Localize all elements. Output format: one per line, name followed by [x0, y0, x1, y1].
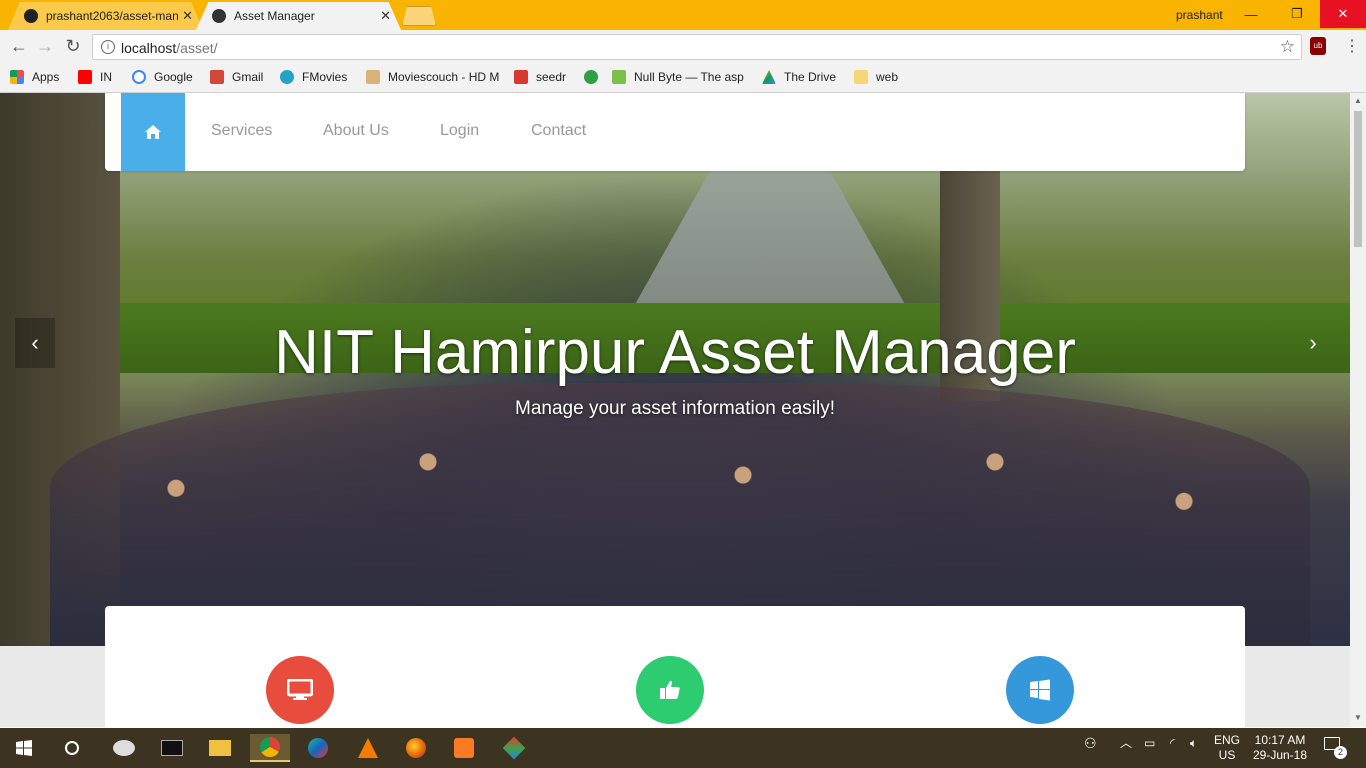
bookmark-moviescouch[interactable]: Moviescouch - HD M — [366, 70, 502, 84]
new-tab-button[interactable] — [402, 6, 436, 26]
seedr-icon — [514, 70, 528, 84]
bookmark-google[interactable]: Google — [132, 70, 193, 84]
features-panel — [105, 606, 1245, 727]
xampp-icon[interactable] — [448, 734, 480, 762]
feature-desktop — [266, 656, 334, 724]
bookmarks-bar: Apps IN Google Gmail FMovies Moviescouch… — [0, 64, 1366, 93]
forward-icon[interactable]: → — [34, 36, 56, 57]
carousel-prev-button[interactable]: ‹ — [15, 318, 55, 368]
hero-title: NIT Hamirpur Asset Manager — [274, 318, 1076, 387]
info-icon[interactable]: i — [101, 40, 115, 54]
hero-carousel: NIT Hamirpur Asset Manager Manage your a… — [0, 93, 1350, 646]
windows-taskbar: ⚇ ︿ ▭ ◜ 🔈︎ ENG US 10:17 AM 29-Jun-18 2 — [0, 728, 1366, 768]
site-navbar: Services About Us Login Contact — [105, 93, 1245, 171]
bookmark-seedr[interactable]: seedr — [514, 70, 566, 84]
fmovies-icon — [280, 70, 294, 84]
vlc-icon[interactable] — [352, 734, 384, 762]
firefox-icon[interactable] — [400, 734, 432, 762]
badge-icon — [584, 70, 598, 84]
page-viewport: NIT Hamirpur Asset Manager Manage your a… — [0, 93, 1350, 727]
null-byte-icon — [612, 70, 626, 84]
github-icon — [24, 9, 38, 23]
carousel-next-button[interactable]: › — [1293, 318, 1333, 368]
feature-thumbs-up — [636, 656, 704, 724]
close-tab-icon[interactable]: ✕ — [380, 8, 391, 24]
browser-titlebar: prashant2063/asset-man ✕ Asset Manager ✕… — [0, 0, 1366, 30]
tab-title: prashant2063/asset-man — [46, 9, 179, 23]
windows-start-icon[interactable] — [8, 734, 40, 762]
bookmark-the-drive[interactable]: The Drive — [762, 70, 836, 84]
youtube-icon — [78, 70, 92, 84]
feature-windows — [1006, 656, 1074, 724]
address-bar[interactable]: i localhost/asset/ ☆ — [92, 34, 1302, 60]
git-icon[interactable] — [498, 734, 530, 762]
drive-icon — [762, 70, 776, 84]
language-indicator[interactable]: ENG US — [1214, 733, 1240, 763]
nav-login[interactable]: Login — [440, 122, 479, 140]
paint-icon[interactable] — [108, 734, 140, 762]
restore-button[interactable]: ❐ — [1274, 0, 1320, 28]
home-button[interactable] — [121, 93, 185, 171]
bookmark-in[interactable]: IN — [78, 70, 112, 84]
nav-about-us[interactable]: About Us — [323, 122, 389, 140]
thumbs-up-icon — [660, 680, 680, 699]
bookmark-gmail[interactable]: Gmail — [210, 70, 263, 84]
hero-subtitle: Manage your asset information easily! — [515, 398, 835, 419]
windows-icon — [1030, 679, 1050, 701]
browser-toolbar: ← → ↻ i localhost/asset/ ☆ ub ⋮ — [0, 30, 1366, 64]
desktop-icon — [287, 679, 313, 700]
menu-icon[interactable]: ⋮ — [1344, 36, 1360, 56]
scroll-down-icon[interactable]: ▼ — [1354, 713, 1362, 722]
bookmark-fmovies[interactable]: FMovies — [280, 70, 347, 84]
hero-caption: NIT Hamirpur Asset Manager Manage your a… — [0, 318, 1350, 420]
bookmark-star-icon[interactable]: ☆ — [1280, 37, 1295, 57]
apps-icon — [10, 70, 24, 84]
tab-asset-manager[interactable]: Asset Manager ✕ — [196, 2, 401, 30]
back-icon[interactable]: ← — [8, 36, 30, 57]
app-globe-icon[interactable] — [302, 734, 334, 762]
bookmark-2[interactable] — [584, 70, 606, 84]
page-scrollbar[interactable]: ▲ ▼ — [1350, 93, 1366, 727]
terminal-icon[interactable] — [156, 734, 188, 762]
nav-contact[interactable]: Contact — [531, 122, 586, 140]
reload-icon[interactable]: ↻ — [62, 36, 84, 57]
close-tab-icon[interactable]: ✕ — [182, 8, 193, 24]
clock[interactable]: 10:17 AM 29-Jun-18 — [1250, 733, 1310, 763]
bookmark-null-byte[interactable]: Null Byte — The asp — [612, 70, 748, 84]
site-icon — [212, 9, 226, 23]
tray-expand-icon[interactable]: ︿ — [1120, 736, 1132, 751]
chrome-icon[interactable] — [250, 734, 290, 762]
tab-title: Asset Manager — [234, 9, 315, 23]
ublock-icon[interactable]: ub — [1310, 37, 1326, 55]
close-window-button[interactable]: ✕ — [1320, 0, 1366, 28]
bookmark-apps[interactable]: Apps — [10, 70, 59, 84]
nav-services[interactable]: Services — [211, 122, 272, 140]
folder-icon — [854, 70, 868, 84]
scrollbar-thumb[interactable] — [1354, 111, 1362, 247]
volume-icon[interactable]: 🔈︎ — [1190, 736, 1197, 751]
google-icon — [132, 70, 146, 84]
scroll-up-icon[interactable]: ▲ — [1354, 96, 1362, 105]
minimize-button[interactable]: — — [1228, 0, 1274, 28]
tab-github[interactable]: prashant2063/asset-man ✕ — [8, 2, 203, 30]
battery-icon[interactable]: ▭ — [1144, 736, 1155, 751]
action-center-icon[interactable]: 2 — [1324, 737, 1347, 759]
url-text[interactable]: localhost/asset/ — [121, 40, 218, 56]
profile-name[interactable]: prashant — [1176, 8, 1223, 22]
people-icon[interactable]: ⚇ — [1084, 736, 1097, 751]
wifi-icon[interactable]: ◜ — [1170, 736, 1175, 751]
home-icon — [145, 125, 161, 139]
moviescouch-icon — [366, 70, 380, 84]
bookmark-web[interactable]: web — [854, 70, 898, 84]
cortana-icon[interactable] — [56, 734, 88, 762]
notification-badge: 2 — [1334, 746, 1347, 759]
gmail-icon — [210, 70, 224, 84]
file-explorer-icon[interactable] — [204, 734, 236, 762]
